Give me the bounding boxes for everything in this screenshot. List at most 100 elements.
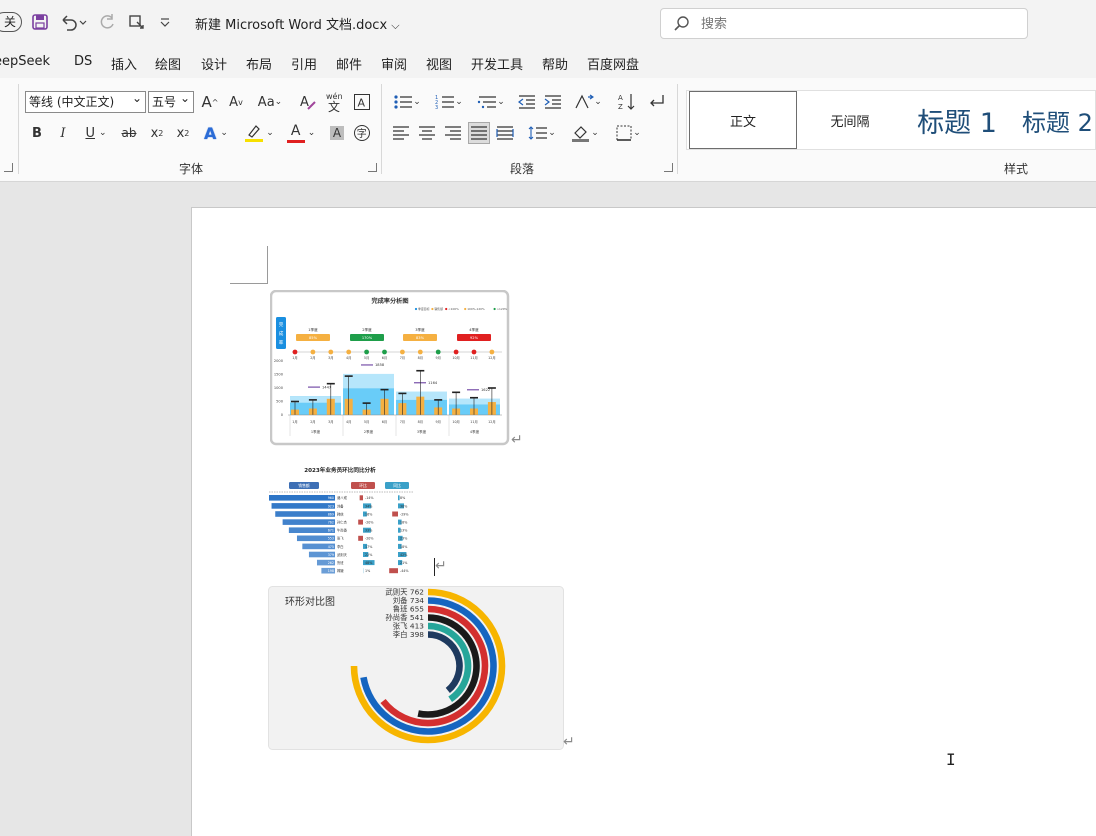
menu-review[interactable]: 审阅 <box>381 54 407 73</box>
month-target-mark <box>291 400 299 403</box>
bullets-button[interactable]: ⌄ <box>389 91 425 113</box>
salesperson-name: 嫦娥 <box>337 568 344 573</box>
redo-icon[interactable] <box>97 12 117 32</box>
increase-indent-icon[interactable] <box>542 91 564 113</box>
save-icon[interactable] <box>30 12 50 32</box>
month-target-mark <box>470 396 478 399</box>
style-heading-2[interactable]: 标题 2 <box>1022 91 1095 149</box>
strikethrough-button[interactable]: ab <box>118 122 140 144</box>
style-no-spacing[interactable]: 无间隔 <box>797 91 903 149</box>
decrease-indent-icon[interactable] <box>516 91 538 113</box>
search-box[interactable] <box>660 8 1028 39</box>
month-dot <box>453 349 459 355</box>
month-dot <box>435 349 441 355</box>
yoy-value: 21% <box>400 561 407 565</box>
align-left-icon[interactable] <box>390 122 412 144</box>
subscript-button[interactable]: x2 <box>146 122 168 144</box>
shading-button[interactable]: ⌄ <box>567 122 603 144</box>
yoy-value: -44% <box>400 569 409 573</box>
month-target-mark <box>398 392 407 395</box>
menu-insert[interactable]: 插入 <box>111 54 137 73</box>
salesperson-name: 鲁班 <box>337 560 344 565</box>
month-label: 4月 <box>346 356 351 360</box>
search-input[interactable] <box>701 15 1001 33</box>
style-normal[interactable]: 正文 <box>689 91 797 149</box>
font-name-select[interactable]: 等线 (中文正文) <box>25 91 146 113</box>
document-page[interactable]: 完成率分析图 季度目标 销售额 <100% 100%-120% >120% 完 成 率 … <box>191 207 1096 836</box>
clipboard-launcher-icon[interactable] <box>4 163 13 172</box>
yoy-bar <box>392 511 398 517</box>
customize-toolbar-icon[interactable] <box>155 12 175 32</box>
borders-button[interactable]: ⌄ <box>610 122 646 144</box>
menu-draw[interactable]: 绘图 <box>155 54 181 73</box>
distributed-icon[interactable] <box>494 122 516 144</box>
align-right-icon[interactable] <box>442 122 464 144</box>
completion-rate-chart[interactable]: 完成率分析图 季度目标 销售额 <100% 100%-120% >120% 完 成 率 … <box>270 290 510 446</box>
menu-baidu-netdisk[interactable]: 百度网盘 <box>587 54 639 73</box>
multilevel-list-button[interactable]: ⌄ <box>473 91 509 113</box>
change-case-button[interactable]: Aa ⌄ <box>253 91 287 113</box>
paragraph-launcher-icon[interactable] <box>664 163 673 172</box>
clear-formatting-icon[interactable]: A <box>297 91 319 113</box>
quarter-percent: 83% <box>416 336 425 340</box>
menu-deepseek[interactable]: eepSeek <box>0 54 50 69</box>
font-launcher-icon[interactable] <box>368 163 377 172</box>
chart-title: 环形对比图 <box>285 595 335 608</box>
document-title[interactable]: 新建 Microsoft Word 文档.docx ⌵ <box>195 14 400 33</box>
text-effects-button[interactable]: A ⌄ <box>199 122 233 144</box>
header-label: 环比 <box>359 483 367 488</box>
character-border-icon[interactable]: A <box>351 91 373 113</box>
autosave-toggle[interactable]: 关 <box>0 12 22 32</box>
mom-value: 17% <box>365 545 372 549</box>
menu-help[interactable]: 帮助 <box>542 54 568 73</box>
quarter-percent: 170% <box>362 336 373 340</box>
menu-mailings[interactable]: 邮件 <box>336 54 362 73</box>
x-month-label: 4月 <box>346 420 351 424</box>
ring-label: 李白 398 <box>393 630 425 639</box>
undo-icon[interactable] <box>58 12 88 32</box>
month-dot <box>382 349 387 355</box>
ring-comparison-chart[interactable]: 环形对比图 武则天 762刘备 734鲁班 655孙尚香 541张飞 413李白… <box>268 586 564 750</box>
show-paragraph-marks-icon[interactable] <box>645 91 667 113</box>
menu-view[interactable]: 视图 <box>426 54 452 73</box>
style-heading-1[interactable]: 标题 1 <box>907 91 1007 149</box>
ribbon: 等线 (中文正文) 五号 A^ Av Aa⌄ A wén文 A B I U⌄ a… <box>0 78 1096 182</box>
justify-icon[interactable] <box>468 122 490 144</box>
superscript-button[interactable]: x2 <box>172 122 194 144</box>
align-center-icon[interactable] <box>416 122 438 144</box>
touch-mode-icon[interactable] <box>127 12 147 32</box>
month-dot <box>489 349 495 355</box>
legend-marker <box>414 307 418 311</box>
month-dot <box>400 349 405 355</box>
highlight-button[interactable]: ⌄ <box>241 122 277 144</box>
chart-headers: 销售额 环比 同比 <box>289 482 409 489</box>
month-dot <box>346 349 352 355</box>
month-label: 1月 <box>292 356 297 360</box>
bold-button[interactable]: B <box>26 122 48 144</box>
x-month-label: 2月 <box>310 420 315 424</box>
menu-developer[interactable]: 开发工具 <box>471 54 523 73</box>
y-tick-label: 2000 <box>274 359 284 363</box>
menu-design[interactable]: 设计 <box>201 54 227 73</box>
menu-ds[interactable]: DS <box>74 54 92 69</box>
menu-references[interactable]: 引用 <box>291 54 317 73</box>
underline-button[interactable]: U ⌄ <box>79 122 113 144</box>
font-color-button[interactable]: A ⌄ <box>283 122 319 144</box>
grow-font-button[interactable]: A ^ <box>199 91 221 113</box>
shrink-font-button[interactable]: Av <box>225 91 247 113</box>
asian-layout-button[interactable]: ⌄ <box>570 91 606 113</box>
line-spacing-button[interactable]: ⌄ <box>524 122 560 144</box>
italic-button[interactable]: I <box>52 122 74 144</box>
sort-icon[interactable]: AZ <box>617 91 639 113</box>
numbering-button[interactable]: 1 2 3 ⌄ <box>431 91 467 113</box>
character-shading-button[interactable]: A <box>326 122 348 144</box>
legend-label: >120% <box>497 307 508 311</box>
font-size-select[interactable]: 五号 <box>148 91 194 113</box>
menu-layout[interactable]: 布局 <box>246 54 272 73</box>
phonetic-guide-icon[interactable]: wén 文 <box>324 89 346 115</box>
margin-corner-mark <box>230 283 268 284</box>
salesperson-analysis-chart[interactable]: 2023年业务员环比同比分析 销售额 环比 同比 960 诸八戒 -14% 8% 923 刘备… <box>268 464 416 576</box>
enclose-characters-icon[interactable]: 字 <box>351 122 373 144</box>
quarter-name: 3季度 <box>415 327 425 332</box>
month-target-mark <box>326 382 335 385</box>
